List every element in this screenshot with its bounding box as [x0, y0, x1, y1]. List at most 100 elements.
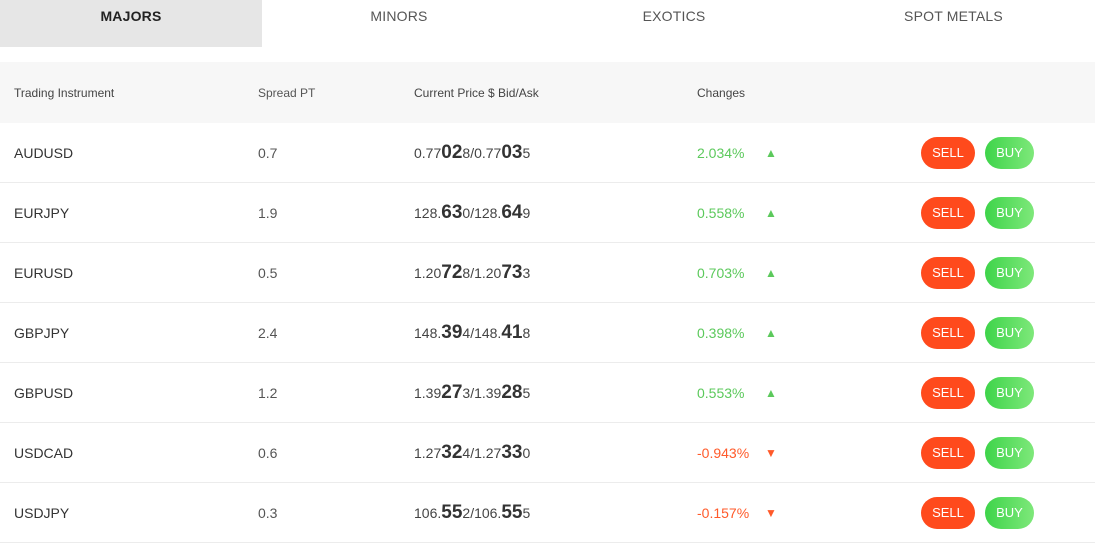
table-row: USDJPY 0.3 106. 55 2/106. 55 5 -0.157% ▼ SELL BUY [0, 483, 1095, 543]
ask-price-pips: 55 [501, 501, 523, 523]
sell-button[interactable]: SELL [921, 136, 975, 169]
ask-price-prefix: 0.77 [474, 144, 502, 161]
tab-minors[interactable]: MINORS [262, 0, 536, 47]
buy-button[interactable]: BUY [985, 256, 1034, 289]
buy-button[interactable]: BUY [985, 376, 1034, 409]
ask-price-prefix: 1.27 [474, 444, 502, 461]
instrument-name: USDCAD [14, 444, 74, 461]
ask-price-fraction: 5 [522, 144, 531, 161]
bid-price-pips: 32 [441, 441, 463, 463]
column-header-changes: Changes [697, 85, 746, 100]
column-header-price: Current Price $ Bid/Ask [414, 85, 539, 100]
instrument-name: GBPJPY [14, 324, 70, 341]
ask-price-prefix: 148. [474, 324, 502, 341]
change-percent: 0.398% [697, 324, 745, 341]
ask-price-fraction: 3 [522, 264, 531, 281]
table-row: EURUSD 0.5 1.20 72 8/1.20 73 3 0.703% ▲ SELL BUY [0, 243, 1095, 303]
change-percent: 0.558% [697, 204, 745, 221]
ask-price-prefix: 1.39 [474, 384, 502, 401]
bid-ask-price: 106. 55 2/106. 55 5 [414, 483, 530, 542]
arrow-up-icon: ▲ [765, 385, 777, 400]
bid-price-pips: 63 [441, 201, 463, 223]
table-row: USDCAD 0.6 1.27 32 4/1.27 33 0 -0.943% ▼ SELL BUY [0, 423, 1095, 483]
arrow-up-icon: ▲ [765, 145, 777, 160]
change-percent: 2.034% [697, 144, 745, 161]
buy-button[interactable]: BUY [985, 436, 1034, 469]
bid-price-prefix: 0.77 [414, 144, 442, 161]
column-header-instrument: Trading Instrument [14, 85, 115, 100]
bid-ask-price: 1.27 32 4/1.27 33 0 [414, 423, 530, 482]
bid-ask-price: 128. 63 0/128. 64 9 [414, 183, 530, 242]
spread-value: 2.4 [258, 324, 278, 341]
bid-price-prefix: 128. [414, 204, 442, 221]
bid-ask-price: 1.20 72 8/1.20 73 3 [414, 243, 530, 302]
bid-price-prefix: 1.39 [414, 384, 442, 401]
buy-button[interactable]: BUY [985, 136, 1034, 169]
change-percent: 0.553% [697, 384, 745, 401]
arrow-up-icon: ▲ [765, 325, 777, 340]
bid-price-fraction: 3 [462, 384, 471, 401]
bid-price-prefix: 1.20 [414, 264, 442, 281]
instrument-name: GBPUSD [14, 384, 74, 401]
ask-price-pips: 64 [501, 201, 523, 223]
ask-price-prefix: 1.20 [474, 264, 502, 281]
bid-price-pips: 39 [441, 321, 463, 343]
ask-price-fraction: 8 [522, 324, 531, 341]
sell-button[interactable]: SELL [921, 436, 975, 469]
market-tabs: MAJORS MINORS EXOTICS SPOT METALS [0, 0, 1095, 47]
table-row: AUDUSD 0.7 0.77 02 8/0.77 03 5 2.034% ▲ SELL BUY [0, 123, 1095, 183]
buy-button[interactable]: BUY [985, 496, 1034, 529]
instrument-name: USDJPY [14, 504, 70, 521]
instrument-name: EURJPY [14, 204, 70, 221]
spread-value: 0.6 [258, 444, 278, 461]
change-percent: -0.943% [697, 444, 750, 461]
bid-price-fraction: 8 [462, 264, 471, 281]
instruments-table: Trading Instrument Spread PT Current Pri… [0, 62, 1095, 543]
table-header: Trading Instrument Spread PT Current Pri… [0, 62, 1095, 123]
sell-button[interactable]: SELL [921, 196, 975, 229]
ask-price-prefix: 128. [474, 204, 502, 221]
ask-price-pips: 41 [501, 321, 523, 343]
table-body: AUDUSD 0.7 0.77 02 8/0.77 03 5 2.034% ▲ SELL BUY EU… [0, 123, 1095, 543]
column-header-spread: Spread PT [258, 85, 316, 100]
spread-value: 1.9 [258, 204, 278, 221]
arrow-down-icon: ▼ [765, 505, 777, 520]
arrow-down-icon: ▼ [765, 445, 777, 460]
bid-price-prefix: 1.27 [414, 444, 442, 461]
change-percent: -0.157% [697, 504, 750, 521]
bid-price-fraction: 2 [462, 504, 471, 521]
ask-price-fraction: 5 [522, 504, 531, 521]
bid-price-pips: 27 [441, 381, 463, 403]
bid-price-fraction: 4 [462, 444, 471, 461]
change-percent: 0.703% [697, 264, 745, 281]
sell-button[interactable]: SELL [921, 376, 975, 409]
buy-button[interactable]: BUY [985, 316, 1034, 349]
ask-price-pips: 73 [501, 261, 523, 283]
ask-price-prefix: 106. [474, 504, 502, 521]
tab-majors[interactable]: MAJORS [0, 0, 262, 47]
sell-button[interactable]: SELL [921, 316, 975, 349]
bid-price-pips: 55 [441, 501, 463, 523]
ask-price-fraction: 9 [522, 204, 531, 221]
sell-button[interactable]: SELL [921, 496, 975, 529]
ask-price-fraction: 5 [522, 384, 531, 401]
instrument-name: AUDUSD [14, 144, 74, 161]
arrow-up-icon: ▲ [765, 265, 777, 280]
buy-button[interactable]: BUY [985, 196, 1034, 229]
ask-price-pips: 28 [501, 381, 523, 403]
spread-value: 0.7 [258, 144, 278, 161]
bid-price-prefix: 106. [414, 504, 442, 521]
sell-button[interactable]: SELL [921, 256, 975, 289]
instrument-name: EURUSD [14, 264, 74, 281]
spread-value: 0.3 [258, 504, 278, 521]
bid-price-fraction: 8 [462, 144, 471, 161]
tab-spot-metals[interactable]: SPOT METALS [812, 0, 1095, 47]
table-row: GBPUSD 1.2 1.39 27 3/1.39 28 5 0.553% ▲ SELL BUY [0, 363, 1095, 423]
bid-price-fraction: 4 [462, 324, 471, 341]
tab-exotics[interactable]: EXOTICS [536, 0, 812, 47]
spread-value: 0.5 [258, 264, 278, 281]
bid-price-fraction: 0 [462, 204, 471, 221]
ask-price-pips: 03 [501, 141, 523, 163]
bid-price-prefix: 148. [414, 324, 442, 341]
arrow-up-icon: ▲ [765, 205, 777, 220]
